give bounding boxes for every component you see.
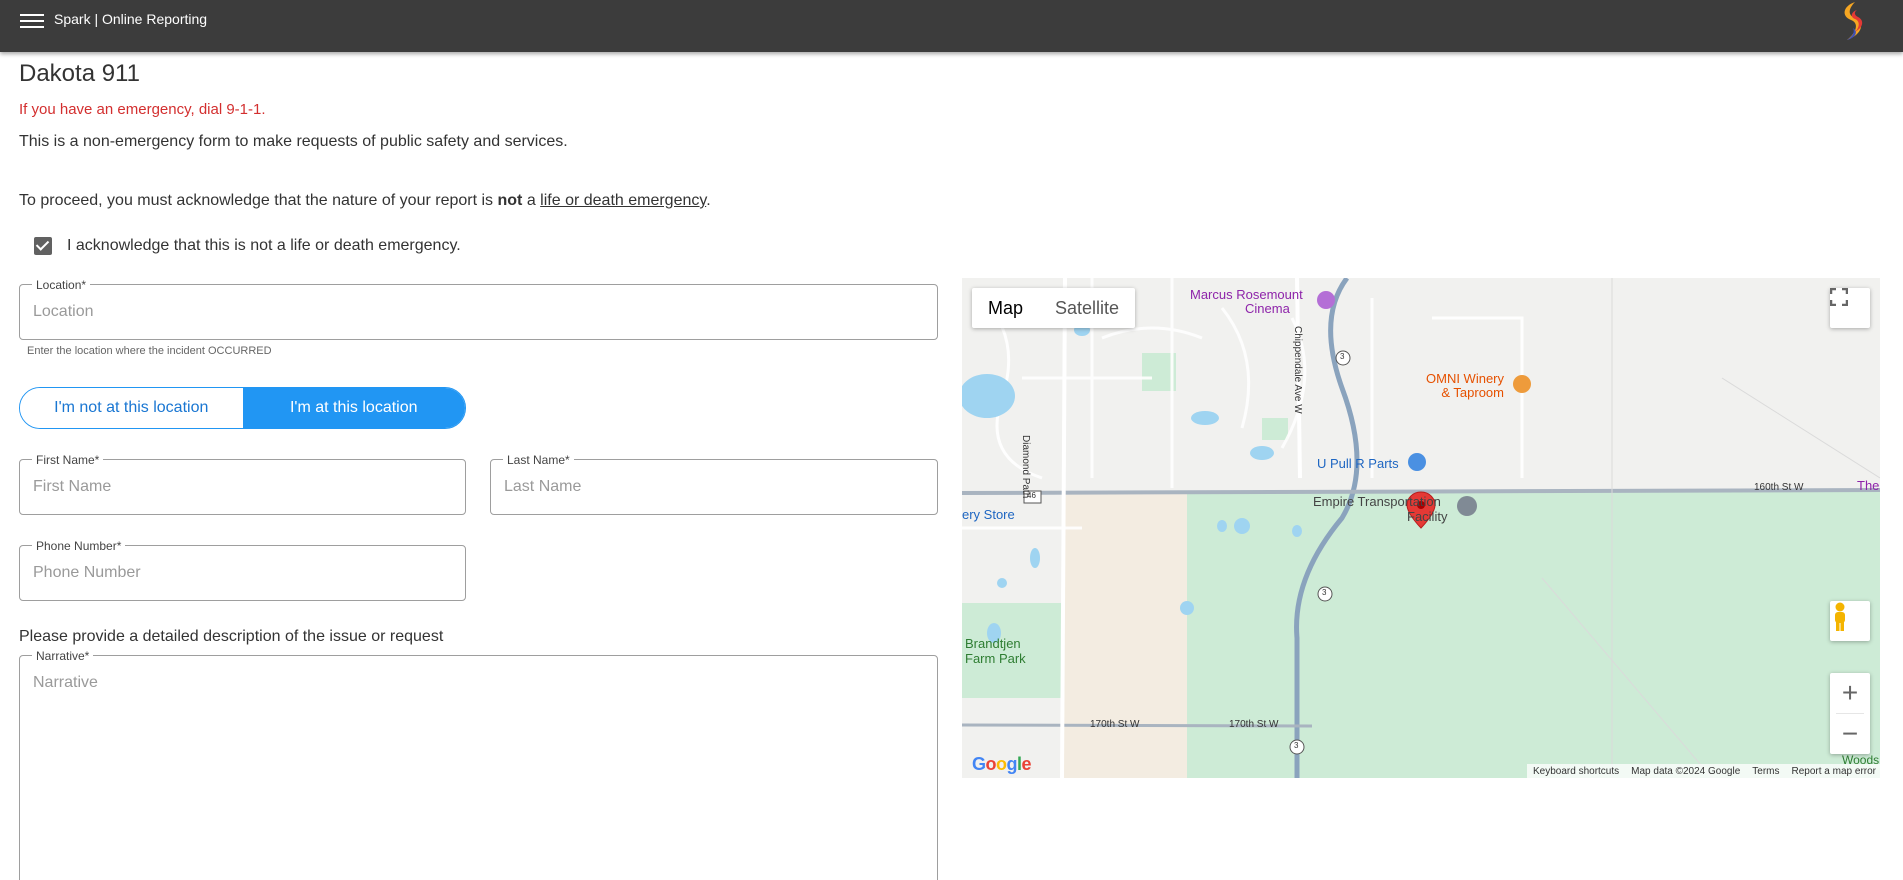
first-name-label: First Name* (32, 453, 104, 467)
phone-input[interactable] (20, 546, 465, 600)
map-label-upull[interactable]: U Pull R Parts (1317, 456, 1399, 471)
proceed-bold: not (497, 192, 523, 209)
last-name-label: Last Name* (503, 453, 574, 467)
winery-line2: & Taproom (1441, 385, 1504, 400)
street-view-pegman[interactable] (1830, 601, 1870, 641)
park-line1: Brandtjen (965, 636, 1021, 651)
proceed-pre: To proceed, you must acknowledge that th… (19, 192, 498, 209)
route-3-shield-south: 3 (1294, 741, 1299, 750)
location-field: Location* (19, 278, 938, 340)
spark-logo (1844, 2, 1863, 40)
acknowledge-row: I acknowledge that this is not a life or… (34, 235, 461, 257)
park-line2: Farm Park (965, 651, 1026, 666)
location-map[interactable]: Marcus Rosemount Cinema OMNI Winery & Tapr… (962, 278, 1880, 778)
report-map-error-link[interactable]: Report a map error (1792, 766, 1876, 777)
page-title: Dakota 911 (19, 60, 140, 87)
life-or-death-link[interactable]: life or death emergency (540, 192, 706, 209)
cinema-line2: Cinema (1245, 301, 1290, 316)
map-label-empire[interactable]: Empire Transportation Facility (1313, 494, 1447, 524)
menu-icon[interactable] (20, 10, 44, 30)
keyboard-shortcuts-link[interactable]: Keyboard shortcuts (1533, 766, 1619, 777)
map-label-park[interactable]: Brandtjen Farm Park (965, 636, 1026, 666)
location-input[interactable] (20, 285, 937, 339)
empire-line2: Facility (1407, 509, 1448, 524)
location-hint: Enter the location where the incident OC… (27, 345, 272, 357)
phone-label: Phone Number* (32, 539, 126, 553)
top-app-bar: Spark | Online Reporting (0, 0, 1903, 52)
map-canvas[interactable] (962, 278, 1880, 778)
map-attribution-bar: Keyboard shortcuts Map data ©2024 Google… (1526, 764, 1880, 778)
proceed-mid: a (522, 192, 541, 209)
location-presence-toggle: I'm not at this location I'm at this loc… (19, 387, 466, 429)
location-label: Location* (32, 278, 91, 292)
route-3-shield-north: 3 (1340, 352, 1345, 361)
acknowledge-label[interactable]: I acknowledge that this is not a life or… (67, 237, 461, 255)
street-160th: 160th St W (1754, 482, 1804, 493)
first-name-input[interactable] (20, 460, 465, 514)
zoom-out-button[interactable]: − (1830, 714, 1870, 754)
map-label-store[interactable]: ery Store (962, 507, 1015, 522)
narrative-field: Narrative* (19, 649, 938, 880)
map-data-credit: Map data ©2024 Google (1631, 765, 1741, 777)
intro-text: This is a non-emergency form to make req… (19, 133, 568, 150)
street-170th-west: 170th St W (1090, 719, 1140, 730)
street-chippendale: Chippendale Ave W (1292, 326, 1303, 414)
proceed-post: . (706, 192, 711, 209)
last-name-field: Last Name* (490, 453, 938, 515)
street-170th-east: 170th St W (1229, 719, 1279, 730)
fullscreen-button[interactable] (1830, 288, 1870, 328)
zoom-control: + − (1830, 673, 1870, 754)
narrative-input[interactable] (20, 656, 937, 880)
google-logo: Google (972, 754, 1032, 774)
map-type-satellite-button[interactable]: Satellite (1039, 288, 1135, 328)
terms-link[interactable]: Terms (1752, 766, 1779, 777)
map-type-map-button[interactable]: Map (972, 288, 1039, 328)
map-label-winery[interactable]: OMNI Winery & Taproom (1426, 372, 1504, 400)
last-name-input[interactable] (491, 460, 937, 514)
route-3-shield-mid: 3 (1322, 588, 1327, 597)
fullscreen-icon (1830, 288, 1848, 306)
winery-line1: OMNI Winery (1426, 371, 1504, 386)
not-at-location-button[interactable]: I'm not at this location (20, 388, 243, 428)
empire-line1: Empire Transportation (1313, 494, 1441, 509)
phone-field: Phone Number* (19, 539, 466, 601)
map-label-edge-the: The (1857, 478, 1880, 493)
street-diamond-path: Diamond Path (1020, 435, 1031, 499)
at-location-button[interactable]: I'm at this location (242, 388, 465, 428)
acknowledge-checkbox[interactable] (34, 237, 52, 255)
zoom-in-button[interactable]: + (1830, 673, 1870, 713)
emergency-notice: If you have an emergency, dial 9-1-1. (19, 101, 266, 118)
map-label-cinema[interactable]: Marcus Rosemount Cinema (1190, 288, 1303, 316)
route-46-shield: 46 (1027, 491, 1036, 500)
pegman-icon (1835, 602, 1845, 631)
description-prompt: Please provide a detailed description of… (19, 628, 444, 645)
proceed-text: To proceed, you must acknowledge that th… (19, 192, 711, 210)
first-name-field: First Name* (19, 453, 466, 515)
map-type-control: Map Satellite (972, 288, 1136, 328)
narrative-label: Narrative* (32, 649, 94, 663)
app-title: Spark | Online Reporting (54, 11, 208, 27)
cinema-line1: Marcus Rosemount (1190, 287, 1303, 302)
